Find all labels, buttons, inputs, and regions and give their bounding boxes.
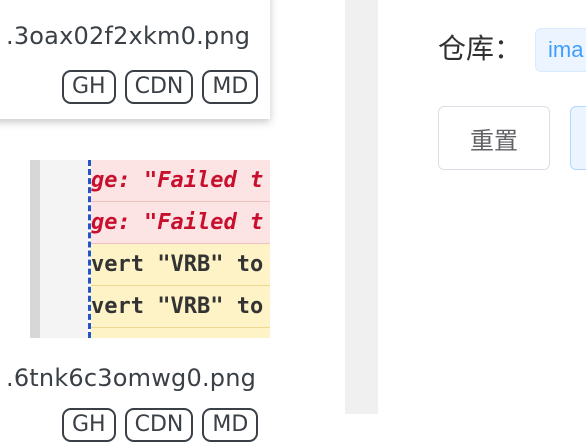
copy-markdown-link-button[interactable]: MD <box>202 70 259 104</box>
panel-divider <box>345 0 378 414</box>
link-tags: GH CDN MD <box>62 70 259 104</box>
copy-markdown-link-button[interactable]: MD <box>202 408 259 442</box>
thumbnail-gutter-light <box>40 160 88 338</box>
copy-github-link-button[interactable]: GH <box>62 408 116 442</box>
thumbnail-code-lines: ge: "Failed t ge: "Failed t vert "VRB" t… <box>91 160 270 338</box>
image-filename: .6tnk6c3omwg0.png <box>6 364 257 392</box>
image-list: .3oax02f2xkm0.png GH CDN MD ge: "Failed … <box>0 0 270 442</box>
link-tags: GH CDN MD <box>62 408 259 442</box>
copy-github-link-button[interactable]: GH <box>62 70 116 104</box>
filter-panel: 仓库： ima 重置 <box>378 0 586 414</box>
thumbnail-gutter <box>30 160 40 338</box>
repo-label: 仓库： <box>438 32 523 65</box>
code-line-warning: vert "VRB" to <box>91 328 270 338</box>
copy-cdn-link-button[interactable]: CDN <box>124 408 194 442</box>
reset-button[interactable]: 重置 <box>438 106 550 170</box>
code-line-warning: vert "VRB" to <box>91 244 270 286</box>
copy-cdn-link-button[interactable]: CDN <box>124 70 194 104</box>
search-button[interactable] <box>570 106 586 170</box>
image-filename: .3oax02f2xkm0.png <box>6 22 251 50</box>
code-line-error: ge: "Failed t <box>91 160 270 202</box>
image-thumbnail[interactable]: ge: "Failed t ge: "Failed t vert "VRB" t… <box>0 160 270 338</box>
code-line-error: ge: "Failed t <box>91 202 270 244</box>
repo-select[interactable]: ima <box>535 28 586 72</box>
code-line-warning: vert "VRB" to <box>91 286 270 328</box>
